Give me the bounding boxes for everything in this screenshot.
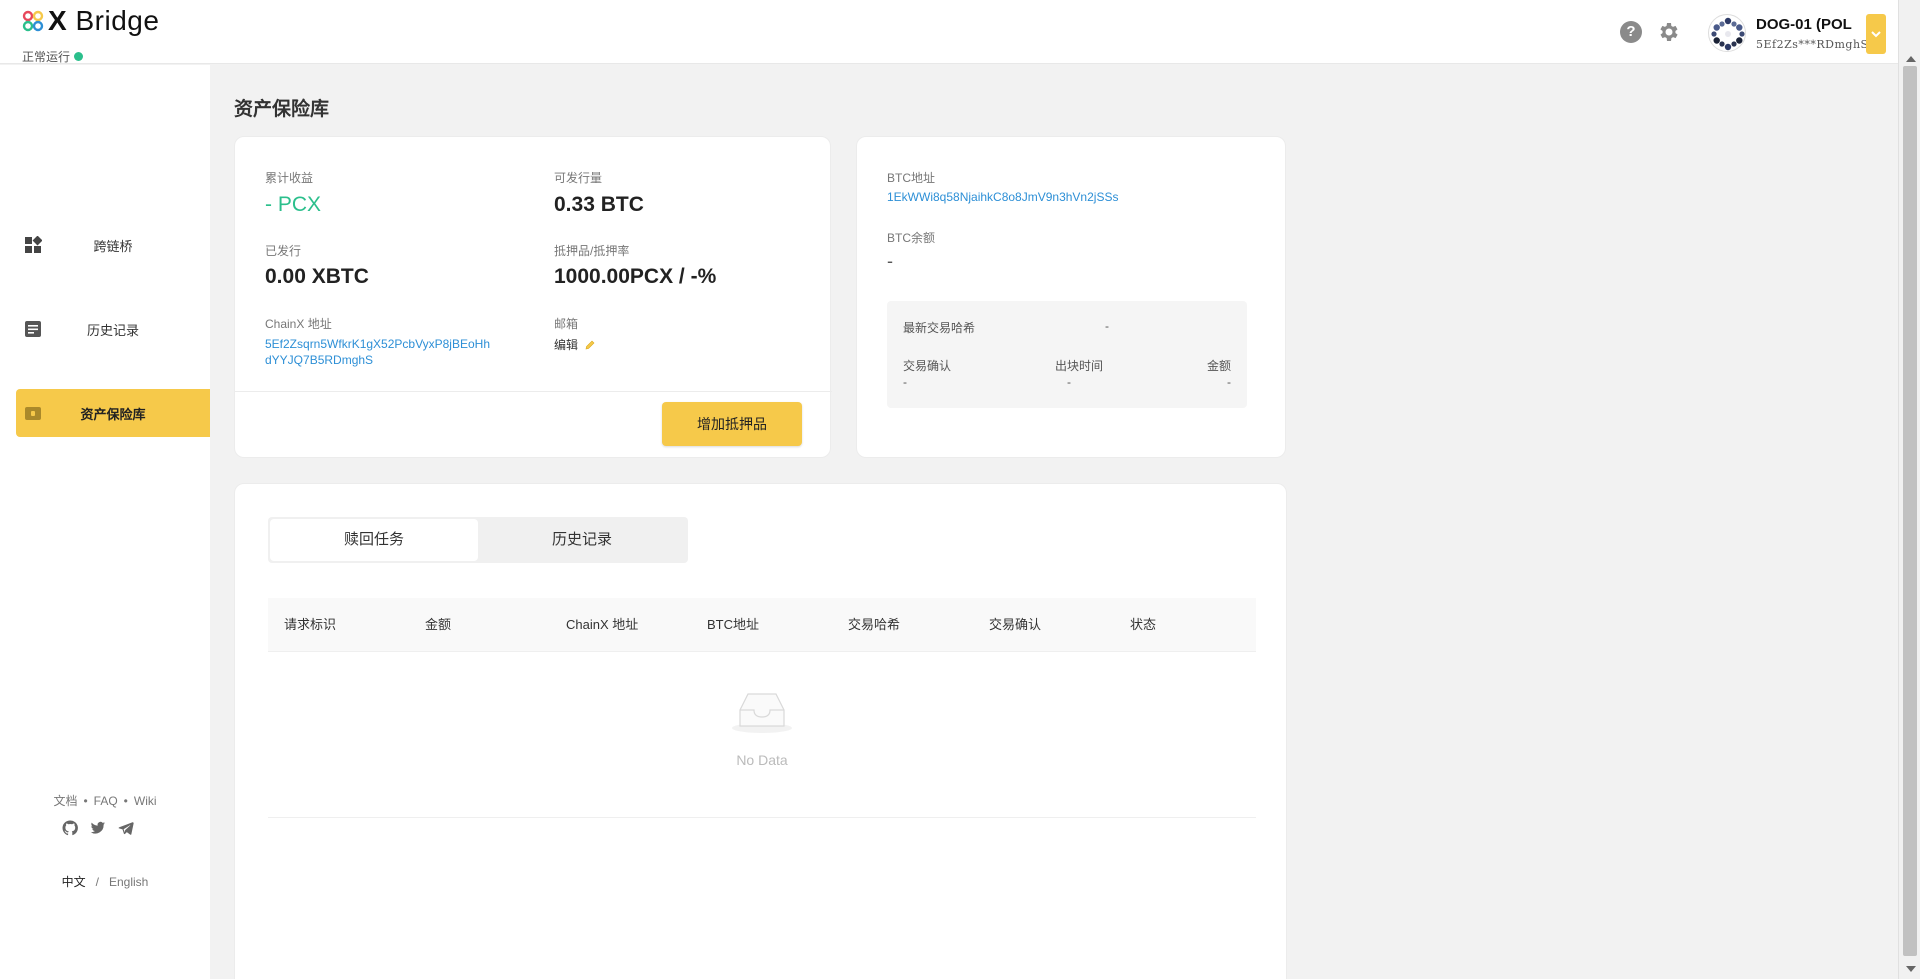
docs-link[interactable]: 文档 — [53, 794, 77, 808]
column-header: 交易哈希 — [848, 617, 901, 632]
collateral-label: 抵押品/抵押率 — [554, 244, 630, 258]
tab-redeem-tasks[interactable]: 赎回任务 — [270, 519, 478, 561]
github-icon[interactable] — [62, 820, 78, 836]
lang-zh[interactable]: 中文 — [62, 875, 86, 889]
sidebar-item-label: 资产保险库 — [80, 406, 146, 422]
column-header: 交易确认 — [989, 617, 1042, 632]
earnings-value: - PCX — [265, 193, 322, 216]
sidebar-item-label: 跨链桥 — [93, 238, 133, 254]
chainx-address-label: ChainX 地址 — [265, 317, 332, 331]
tab-history[interactable]: 历史记录 — [478, 519, 686, 561]
issuable-value: 0.33 BTC — [554, 193, 644, 216]
btc-balance-value: - — [887, 251, 893, 271]
logo[interactable]: X Bridge — [22, 6, 159, 36]
logo-icon — [22, 10, 44, 32]
account-dropdown-button[interactable] — [1866, 14, 1886, 54]
task-tabs: 赎回任务 历史记录 — [268, 517, 688, 563]
footer-links: 文档 • FAQ • Wiki — [53, 794, 157, 808]
tx-confirm-label: 交易确认 — [903, 359, 952, 373]
sidebar-item-bridge[interactable]: 跨链桥 — [16, 221, 210, 269]
column-header: 状态 — [1130, 617, 1157, 632]
account-name[interactable]: DOG-01 (POL — [1756, 16, 1852, 33]
account-address: 5Ef2Zs***RDmghS — [1756, 38, 1869, 51]
btc-balance-label: BTC余额 — [887, 231, 936, 245]
identicon-icon — [1711, 17, 1745, 51]
scroll-up-arrow-icon[interactable] — [1906, 56, 1916, 62]
collateral-value: 1000.00PCX / -% — [554, 265, 717, 288]
chevron-down-icon — [1871, 31, 1881, 38]
amount-value: - — [1227, 375, 1231, 389]
latest-transaction-box: 最新交易哈希 - 交易确认 - 出块时间 - 金额 - — [887, 301, 1247, 408]
btc-address-link[interactable]: 1EkWWi8q58NjaihkC8o8JmV9n3hVn2jSSs — [887, 189, 1118, 205]
empty-state: No Data — [268, 652, 1256, 818]
gear-icon[interactable] — [1657, 20, 1681, 44]
chainx-address-link[interactable]: 5Ef2Zsqrn5WfkrK1gX52PcbVyxP8jBEoHh dYYJQ… — [265, 336, 490, 368]
column-header: ChainX 地址 — [566, 617, 639, 632]
scroll-thumb[interactable] — [1903, 66, 1917, 956]
sidebar-item-label: 历史记录 — [86, 322, 139, 338]
btc-info-card: BTC地址 1EkWWi8q58NjaihkC8o8JmV9n3hVn2jSSs… — [856, 136, 1286, 458]
empty-state-text: No Data — [736, 752, 788, 768]
sidebar: 跨链桥 历史记录 资产保险库 文档 • FAQ • Wiki 中文 / English — [0, 65, 210, 979]
wiki-link[interactable]: Wiki — [134, 794, 157, 808]
tx-confirm-value: - — [903, 375, 907, 389]
email-edit-button[interactable]: 编辑 — [554, 336, 596, 353]
email-edit-label: 编辑 — [554, 338, 579, 352]
sidebar-item-history[interactable]: 历史记录 — [16, 305, 210, 353]
status-dot-icon — [74, 52, 84, 61]
language-switcher: 中文 / English — [61, 875, 149, 889]
issued-value: 0.00 XBTC — [265, 265, 369, 288]
earnings-label: 累计收益 — [265, 171, 314, 185]
add-collateral-button[interactable]: 增加抵押品 — [662, 402, 802, 446]
latest-hash-label: 最新交易哈希 — [903, 321, 976, 335]
column-header: 金额 — [425, 617, 452, 632]
network-status: 正常运行 — [22, 48, 84, 65]
table-header: 请求标识 金额 ChainX 地址 BTC地址 交易哈希 交易确认 状态 — [268, 598, 1256, 652]
vault-summary-card: 累计收益 - PCX 可发行量 0.33 BTC 已发行 0.00 XBTC 抵… — [234, 136, 832, 458]
latest-hash-value: - — [1105, 319, 1109, 333]
account-avatar[interactable] — [1708, 14, 1746, 52]
social-links — [62, 820, 134, 836]
scroll-down-arrow-icon[interactable] — [1906, 966, 1916, 972]
telegram-icon[interactable] — [118, 820, 134, 836]
column-header: 请求标识 — [284, 617, 337, 632]
block-time-label: 出块时间 — [1055, 359, 1104, 373]
column-header: BTC地址 — [707, 617, 760, 632]
sidebar-item-vault[interactable]: 资产保险库 — [16, 389, 210, 437]
help-icon[interactable]: ? — [1620, 21, 1642, 43]
btc-address-label: BTC地址 — [887, 171, 936, 185]
email-label: 邮箱 — [554, 317, 579, 331]
redeem-tasks-card: 赎回任务 历史记录 请求标识 金额 ChainX 地址 BTC地址 交易哈希 交… — [234, 483, 1287, 979]
block-time-value: - — [1067, 375, 1071, 389]
twitter-icon[interactable] — [90, 820, 106, 836]
lang-en[interactable]: English — [109, 875, 148, 889]
issuable-label: 可发行量 — [554, 171, 603, 185]
amount-label: 金额 — [1206, 359, 1231, 373]
logo-text: X Bridge — [48, 5, 160, 36]
card-divider — [235, 391, 832, 392]
pencil-icon — [585, 340, 595, 349]
page-title: 资产保险库 — [234, 99, 330, 120]
issued-label: 已发行 — [265, 244, 302, 258]
page-scrollbar[interactable] — [1898, 0, 1920, 979]
empty-inbox-icon — [732, 693, 792, 733]
top-header: X Bridge 正常运行 ? DOG-01 (POL 5Ef2Zs***RDm… — [0, 0, 1898, 64]
faq-link[interactable]: FAQ — [94, 794, 118, 808]
network-status-label: 正常运行 — [22, 50, 71, 64]
